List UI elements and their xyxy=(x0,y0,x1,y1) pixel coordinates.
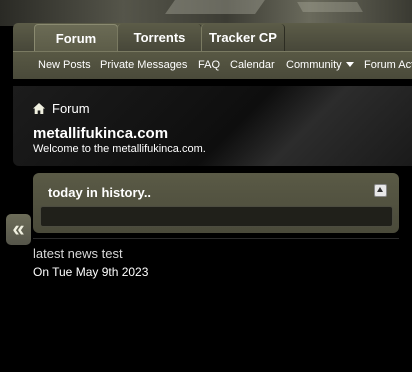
block-content xyxy=(40,206,393,227)
page-title: metallifukinca.com xyxy=(33,125,169,142)
block-title: today in history.. xyxy=(48,185,152,200)
subnav-faq[interactable]: FAQ xyxy=(198,59,220,71)
sub-navigation: New Posts Private Messages FAQ Calendar … xyxy=(13,51,412,79)
banner-decoration xyxy=(165,0,265,14)
breadcrumb[interactable]: Forum xyxy=(33,101,90,116)
subnav-private-messages[interactable]: Private Messages xyxy=(100,59,187,71)
tab-torrents[interactable]: Torrents xyxy=(117,24,202,51)
breadcrumb-label: Forum xyxy=(52,101,90,116)
subnav-calendar[interactable]: Calendar xyxy=(230,59,275,71)
news-date: On Tue May 9th 2023 xyxy=(33,265,149,279)
tab-tracker-cp[interactable]: Tracker CP xyxy=(201,24,285,51)
tab-forum[interactable]: Forum xyxy=(34,24,118,52)
welcome-text: Welcome to the metallifukinca.com. xyxy=(33,143,206,155)
subnav-community-label: Community xyxy=(286,59,342,71)
subnav-community[interactable]: Community xyxy=(286,59,354,71)
subnav-new-posts[interactable]: New Posts xyxy=(38,59,91,71)
today-in-history-block: today in history.. xyxy=(33,173,399,233)
news-title: latest news test xyxy=(33,246,123,261)
forum-header: Forum metallifukinca.com Welcome to the … xyxy=(13,86,412,166)
banner-decoration xyxy=(297,2,363,12)
home-icon xyxy=(33,103,45,114)
divider xyxy=(33,238,399,239)
collapse-icon[interactable] xyxy=(374,184,387,197)
chevron-down-icon xyxy=(345,62,354,67)
subnav-forum-actions[interactable]: Forum Act xyxy=(364,59,412,71)
sidebar-collapse-icon[interactable]: « xyxy=(6,214,31,245)
main-nav-tabs: Forum Torrents Tracker CP xyxy=(13,23,412,52)
